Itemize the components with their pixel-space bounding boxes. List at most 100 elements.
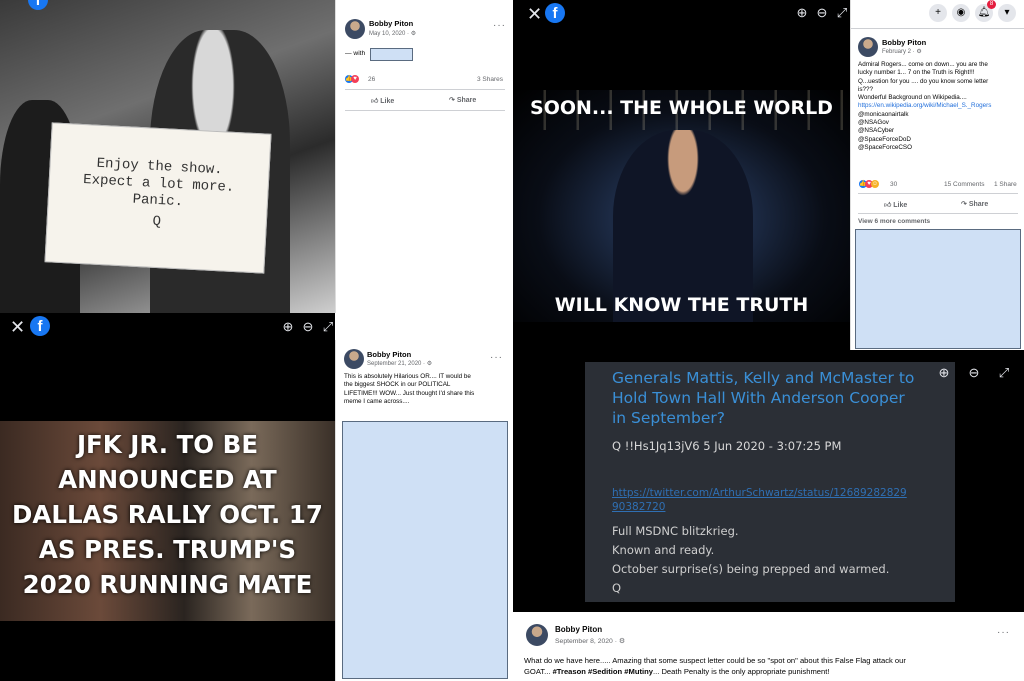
notification-badge: 8 bbox=[987, 0, 996, 9]
q-drop-body: Full MSDNC blitzkrieg. Known and ready. … bbox=[612, 522, 889, 598]
messenger-button[interactable]: ◉ bbox=[952, 4, 970, 22]
meme-top-caption: SOON... THE WHOLE WORLD bbox=[530, 97, 833, 119]
wikipedia-link[interactable]: https://en.wikipedia.org/wiki/Michael_S.… bbox=[858, 102, 1023, 110]
photo-viewer-2: ✕ f ⊕ ⊖ ⤢ SOON... THE WHOLE WORLD WILL K… bbox=[513, 0, 850, 350]
facebook-logo[interactable]: f bbox=[28, 0, 48, 10]
text-span: ... Death Penalty is the only appropriat… bbox=[653, 667, 830, 676]
post-card-1: Bobby Piton May 10, 2020 · ⚙ ··· — with … bbox=[335, 0, 513, 313]
author-name[interactable]: Bobby Piton bbox=[367, 350, 411, 359]
reaction-icons[interactable]: 👍 ♥ bbox=[345, 75, 359, 83]
post-card-2: + ◉ 🔔︎ 8 ▾ Bobby Piton February 2 · ⚙ Ad… bbox=[850, 0, 1024, 350]
body-line: October surprise(s) being prepped and wa… bbox=[612, 562, 890, 576]
link-line: https://twitter.com/ArthurSchwartz/statu… bbox=[612, 487, 907, 499]
author-name[interactable]: Bobby Piton bbox=[555, 625, 602, 634]
love-reaction-icon: ♥ bbox=[351, 75, 359, 83]
share-count[interactable]: 1 Share bbox=[994, 181, 1017, 188]
photo-viewer-1: f Enjoy the show. Expect a lot more. Pan… bbox=[0, 0, 335, 313]
body-line: Known and ready. bbox=[612, 543, 715, 557]
divider bbox=[858, 213, 1018, 214]
avatar[interactable] bbox=[344, 349, 364, 369]
like-button[interactable]: 👍︎ Like bbox=[884, 200, 907, 209]
mention[interactable]: @monicaonairtalk bbox=[858, 111, 1023, 119]
mention[interactable]: @NSACyber bbox=[858, 127, 1023, 135]
account-menu-button[interactable]: ▾ bbox=[998, 4, 1016, 22]
post-text: Admiral Rogers... come on down... you ar… bbox=[858, 61, 1023, 152]
more-options-icon[interactable]: ··· bbox=[490, 352, 503, 363]
view-more-comments-link[interactable]: View 6 more comments bbox=[858, 218, 930, 225]
text-line: is??? bbox=[858, 85, 874, 93]
avatar[interactable] bbox=[345, 19, 365, 39]
like-label: Like bbox=[380, 98, 395, 105]
link-line: 90382720 bbox=[612, 501, 666, 513]
fullscreen-icon[interactable]: ⤢ bbox=[322, 319, 334, 335]
reaction-count[interactable]: 30 bbox=[890, 181, 897, 188]
divider bbox=[345, 110, 505, 111]
like-label: Like bbox=[893, 202, 908, 209]
share-label: Share bbox=[456, 97, 477, 104]
post-date[interactable]: September 21, 2020 · ⚙ bbox=[367, 360, 432, 367]
zoom-controls: ⊕ ⊖ ⤢ bbox=[796, 5, 848, 21]
zoom-in-icon[interactable]: ⊕ bbox=[796, 5, 808, 21]
close-icon[interactable]: ✕ bbox=[10, 318, 25, 336]
zoom-out-icon[interactable]: ⊖ bbox=[816, 5, 828, 21]
post-date[interactable]: September 8, 2020 · ⚙ bbox=[555, 637, 625, 645]
mention[interactable]: @SpaceForceDoD bbox=[858, 136, 1023, 144]
meme-caption: JFK JR. TO BE ANNOUNCED AT DALLAS RALLY … bbox=[0, 427, 335, 602]
zoom-out-icon[interactable]: ⊖ bbox=[302, 319, 314, 335]
share-button[interactable]: ↷ Share bbox=[449, 96, 476, 104]
caption-line: 2020 RUNNING MATE bbox=[22, 570, 313, 599]
caption-line: JFK JR. TO BE bbox=[76, 430, 259, 459]
create-plus-button[interactable]: + bbox=[929, 4, 947, 22]
text-line: the biggest SHOCK in our POLITICAL bbox=[344, 381, 451, 389]
text-line: Admiral Rogers... come on down... you ar… bbox=[858, 61, 988, 68]
mention[interactable]: @SpaceForceCSO bbox=[858, 144, 1023, 152]
more-options-icon[interactable]: ··· bbox=[997, 627, 1010, 638]
text-line: This is absolutely Hilarious OR.... IT w… bbox=[344, 373, 471, 380]
body-line: Q bbox=[612, 581, 622, 595]
share-count[interactable]: 3 Shares bbox=[477, 76, 503, 83]
avatar[interactable] bbox=[858, 37, 878, 57]
avatar[interactable] bbox=[526, 624, 548, 646]
author-name[interactable]: Bobby Piton bbox=[882, 38, 926, 47]
thumbs-up-icon: 👍︎ bbox=[884, 202, 894, 209]
text-line: Q...uestion for you .... do you know som… bbox=[858, 77, 989, 85]
share-arrow-icon: ↷ bbox=[961, 201, 969, 208]
mention[interactable]: @NSAGov bbox=[858, 119, 1023, 127]
fullscreen-icon[interactable]: ⤢ bbox=[836, 5, 848, 21]
q-drop-header: Q !!Hs1Jq13jV6 5 Jun 2020 - 3:07:25 PM bbox=[612, 439, 842, 453]
post-date[interactable]: May 10, 2020 · ⚙ bbox=[369, 30, 416, 37]
title-line: in September? bbox=[612, 409, 725, 427]
facebook-logo[interactable]: f bbox=[30, 316, 50, 336]
share-button[interactable]: ↷ Share bbox=[961, 200, 988, 208]
title-line: Hold Town Hall With Anderson Cooper bbox=[612, 389, 905, 407]
post-date[interactable]: February 2 · ⚙ bbox=[882, 48, 922, 55]
redacted-block bbox=[342, 421, 508, 679]
fullscreen-icon[interactable]: ⤢ bbox=[998, 365, 1010, 381]
caption-line: DALLAS RALLY OCT. 17 bbox=[12, 500, 323, 529]
photo-viewer-4: Generals Mattis, Kelly and McMaster to H… bbox=[513, 350, 1024, 612]
q-drop-title: Generals Mattis, Kelly and McMaster to H… bbox=[612, 368, 942, 428]
close-icon[interactable]: ✕ bbox=[527, 5, 542, 23]
zoom-out-icon[interactable]: ⊖ bbox=[968, 365, 980, 381]
q-drop-link[interactable]: https://twitter.com/ArthurSchwartz/statu… bbox=[612, 486, 907, 514]
like-button[interactable]: 👍︎ Like bbox=[371, 96, 394, 105]
author-name[interactable]: Bobby Piton bbox=[369, 19, 413, 28]
q-sign-card: Enjoy the show. Expect a lot more. Panic… bbox=[44, 122, 272, 274]
zoom-in-icon[interactable]: ⊕ bbox=[938, 365, 950, 381]
q-drop-image: Generals Mattis, Kelly and McMaster to H… bbox=[585, 362, 955, 602]
text-line: What do we have here..... Amazing that s… bbox=[524, 656, 906, 665]
post-card-4: Bobby Piton September 8, 2020 · ⚙ ··· Wh… bbox=[513, 612, 1024, 681]
reaction-count[interactable]: 26 bbox=[368, 76, 375, 83]
haha-reaction-icon: ☺ bbox=[871, 180, 879, 188]
facebook-logo[interactable]: f bbox=[545, 3, 565, 23]
share-label: Share bbox=[968, 201, 989, 208]
divider bbox=[851, 28, 1024, 29]
more-options-icon[interactable]: ··· bbox=[493, 20, 506, 31]
meme-bottom-caption: WILL KNOW THE TRUTH bbox=[554, 294, 809, 316]
comment-count[interactable]: 15 Comments bbox=[944, 181, 984, 188]
hashtags[interactable]: #Treason #Sedition #Mutiny bbox=[553, 667, 653, 676]
reaction-icons[interactable]: 👍 ♥ ☺ bbox=[859, 180, 879, 188]
divider bbox=[858, 193, 1018, 194]
zoom-in-icon[interactable]: ⊕ bbox=[282, 319, 294, 335]
text-line: Wonderful Background on Wikipedia.... bbox=[858, 94, 967, 102]
